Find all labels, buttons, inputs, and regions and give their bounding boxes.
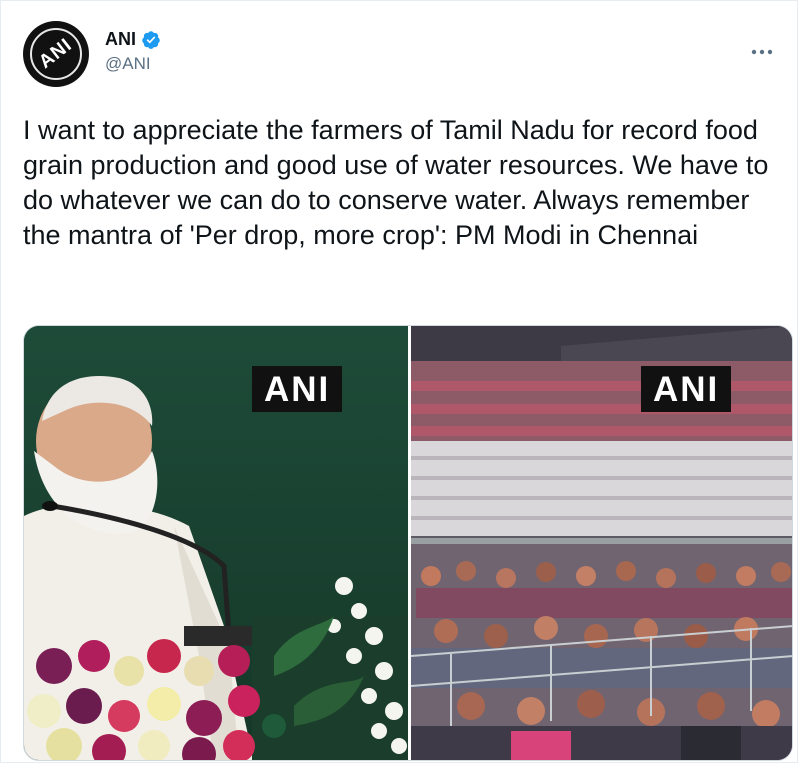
- avatar[interactable]: ANI: [23, 21, 89, 87]
- watermark-left: ANI: [252, 366, 343, 412]
- watermark-right: ANI: [641, 366, 732, 412]
- photo-speaker[interactable]: ANI: [24, 326, 408, 760]
- audience-photo-illustration: [411, 326, 792, 760]
- tweet-media[interactable]: ANI ANI: [23, 325, 793, 761]
- more-horizontal-icon[interactable]: [751, 35, 773, 61]
- verified-badge-icon: [141, 30, 161, 50]
- author-display-name[interactable]: ANI: [105, 29, 136, 50]
- tweet-text: I want to appreciate the farmers of Tami…: [23, 115, 769, 250]
- speaker-photo-illustration: [24, 326, 408, 760]
- author-handle[interactable]: @ANI: [105, 54, 161, 74]
- author-names: ANI @ANI: [105, 29, 161, 74]
- tweet-header: ANI ANI @ANI: [23, 21, 783, 91]
- avatar-logo: ANI: [35, 34, 77, 73]
- photo-audience[interactable]: ANI: [411, 326, 792, 760]
- display-name-row: ANI: [105, 29, 161, 50]
- tweet-card: ANI ANI @ANI I want to appreciate the fa…: [0, 0, 798, 763]
